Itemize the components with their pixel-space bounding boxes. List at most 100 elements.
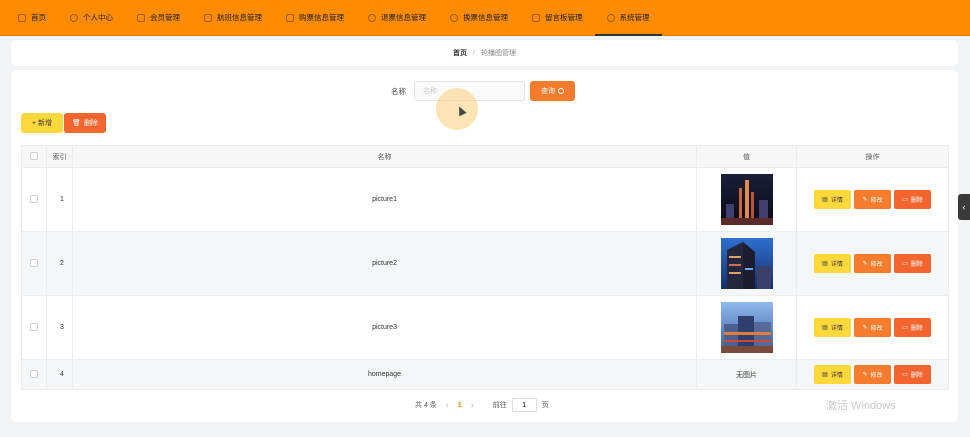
edit-button[interactable]: ✎ 修改 [854, 318, 891, 337]
nav-item-personal-center[interactable]: 个人中心 [58, 0, 125, 36]
menu-icon [204, 13, 212, 22]
trash-icon: 🗑 [72, 120, 81, 127]
gear-icon [606, 13, 615, 22]
edit-button[interactable]: ✎ 修改 [854, 365, 891, 384]
edit-button[interactable]: ✎ 修改 [854, 190, 891, 209]
trash-icon: ▭ [902, 325, 908, 331]
row-delete-label: 删除 [910, 373, 923, 379]
edit-icon: ✎ [862, 372, 868, 378]
top-navigation: 首页 个人中心 会员管理 航班信息管理 购票信息管理 退票信息管理 换票信息管理… [0, 0, 970, 36]
pagination: 共 4 条 ‹ 1 › 前往 页 [415, 398, 549, 412]
edit-icon: ✎ [862, 197, 868, 203]
next-page-icon[interactable]: › [471, 400, 474, 410]
breadcrumb-home[interactable]: 首页 [453, 48, 467, 58]
batch-delete-button[interactable]: 🗑 删除 [64, 113, 106, 133]
row-ops-cell: ▤ 详情 ✎ 修改 ▭ 删除 [796, 167, 949, 232]
nav-item-label: 航班信息管理 [217, 13, 262, 22]
nav-item-refund-management[interactable]: 退票信息管理 [356, 0, 438, 36]
nav-item-label: 购票信息管理 [299, 13, 344, 22]
pagination-goto-label: 前往 [492, 402, 507, 409]
row-name: picture1 [71, 167, 698, 232]
carousel-table: 索引 名称 值 操作 1 picture1 ▤ 详情 ✎ 修改 ▭ 删除 2 p… [21, 145, 949, 390]
nav-item-label: 换票信息管理 [463, 13, 508, 22]
row-delete-button[interactable]: ▭ 删除 [894, 318, 931, 337]
menu-icon [532, 13, 540, 22]
row-value-cell [696, 231, 798, 296]
row-delete-label: 删除 [910, 326, 923, 332]
breadcrumb-current: 轮播图管理 [480, 50, 516, 57]
table-row: 1 picture1 ▤ 详情 ✎ 修改 ▭ 删除 [21, 167, 949, 232]
select-all-checkbox[interactable] [29, 151, 38, 160]
row-value: 无图片 [696, 359, 798, 390]
row-checkbox[interactable] [29, 322, 38, 331]
detail-button[interactable]: ▤ 详情 [814, 365, 851, 384]
home-icon [18, 13, 26, 22]
table-row: 3 picture3 ▤ 详情 ✎ 修改 ▭ 删除 [21, 295, 949, 360]
column-header-value: 值 [696, 145, 798, 168]
chevron-left-icon: ‹ [962, 202, 966, 212]
side-panel-toggle[interactable]: ‹ [958, 194, 970, 220]
detail-icon: ▤ [822, 325, 828, 331]
search-bar: 名称 查询 [391, 81, 575, 101]
edit-button[interactable]: ✎ 修改 [854, 254, 891, 273]
edit-label: 修改 [870, 198, 883, 204]
row-ops-cell: ▤ 详情 ✎ 修改 ▭ 删除 [796, 295, 949, 360]
refresh-icon [368, 13, 376, 22]
row-checkbox[interactable] [29, 258, 38, 267]
row-name: picture2 [71, 231, 698, 296]
menu-icon [286, 13, 294, 22]
detail-button[interactable]: ▤ 详情 [814, 254, 851, 273]
query-button[interactable]: 查询 [530, 81, 575, 101]
prev-page-icon[interactable]: ‹ [446, 400, 449, 410]
column-header-ops: 操作 [796, 145, 949, 168]
nav-item-ticket-change-management[interactable]: 换票信息管理 [438, 0, 520, 36]
pagination-total: 共 4 条 [415, 402, 437, 409]
row-delete-label: 删除 [910, 198, 923, 204]
pagination-page-suffix: 页 [541, 402, 549, 409]
trash-icon: ▭ [902, 261, 908, 267]
carousel-thumbnail[interactable] [720, 238, 773, 289]
edit-icon: ✎ [862, 261, 868, 267]
query-button-label: 查询 [541, 88, 555, 95]
pagination-current-page[interactable]: 1 [458, 402, 462, 409]
row-index: 2 [45, 231, 73, 296]
nav-item-message-board-management[interactable]: 留言板管理 [520, 0, 595, 36]
search-icon [558, 88, 564, 94]
row-checkbox[interactable] [29, 194, 38, 203]
row-select-cell [21, 231, 47, 296]
row-value-cell [696, 295, 798, 360]
row-select-cell [21, 295, 47, 360]
detail-button[interactable]: ▤ 详情 [814, 190, 851, 209]
row-delete-label: 删除 [910, 262, 923, 268]
nav-item-label: 会员管理 [150, 13, 180, 22]
user-icon [70, 13, 78, 22]
table-row: 2 picture2 ▤ 详情 ✎ 修改 ▭ 删除 [21, 231, 949, 296]
detail-button[interactable]: ▤ 详情 [814, 318, 851, 337]
row-delete-button[interactable]: ▭ 删除 [894, 254, 931, 273]
carousel-thumbnail[interactable] [720, 302, 773, 353]
row-delete-button[interactable]: ▭ 删除 [894, 365, 931, 384]
nav-item-member-management[interactable]: 会员管理 [125, 0, 192, 36]
nav-item-label: 首页 [31, 13, 46, 22]
nav-item-home[interactable]: 首页 [6, 0, 58, 36]
trash-icon: ▭ [902, 197, 908, 203]
row-ops-cell: ▤ 详情 ✎ 修改 ▭ 删除 [796, 231, 949, 296]
edit-icon: ✎ [862, 325, 868, 331]
nav-item-flight-management[interactable]: 航班信息管理 [192, 0, 274, 36]
detail-label: 详情 [830, 373, 843, 379]
chart-icon [137, 13, 145, 22]
row-delete-button[interactable]: ▭ 删除 [894, 190, 931, 209]
windows-activation-watermark: 激活 Windows [826, 400, 896, 412]
add-button[interactable]: + 新增 [21, 113, 63, 133]
trash-icon: ▭ [902, 372, 908, 378]
nav-item-label: 留言板管理 [545, 13, 583, 22]
nav-item-system-management[interactable]: 系统管理 [594, 0, 662, 36]
carousel-thumbnail[interactable] [720, 174, 773, 225]
row-select-cell [21, 359, 47, 390]
content-panel: 名称 查询 + 新增 🗑删除 索引 名称 值 操作 1 picture1 [11, 70, 958, 422]
row-select-cell [21, 167, 47, 232]
row-checkbox[interactable] [29, 369, 38, 378]
pagination-goto-input[interactable] [511, 398, 537, 412]
row-index: 4 [45, 359, 73, 390]
nav-item-ticket-purchase-management[interactable]: 购票信息管理 [274, 0, 356, 36]
